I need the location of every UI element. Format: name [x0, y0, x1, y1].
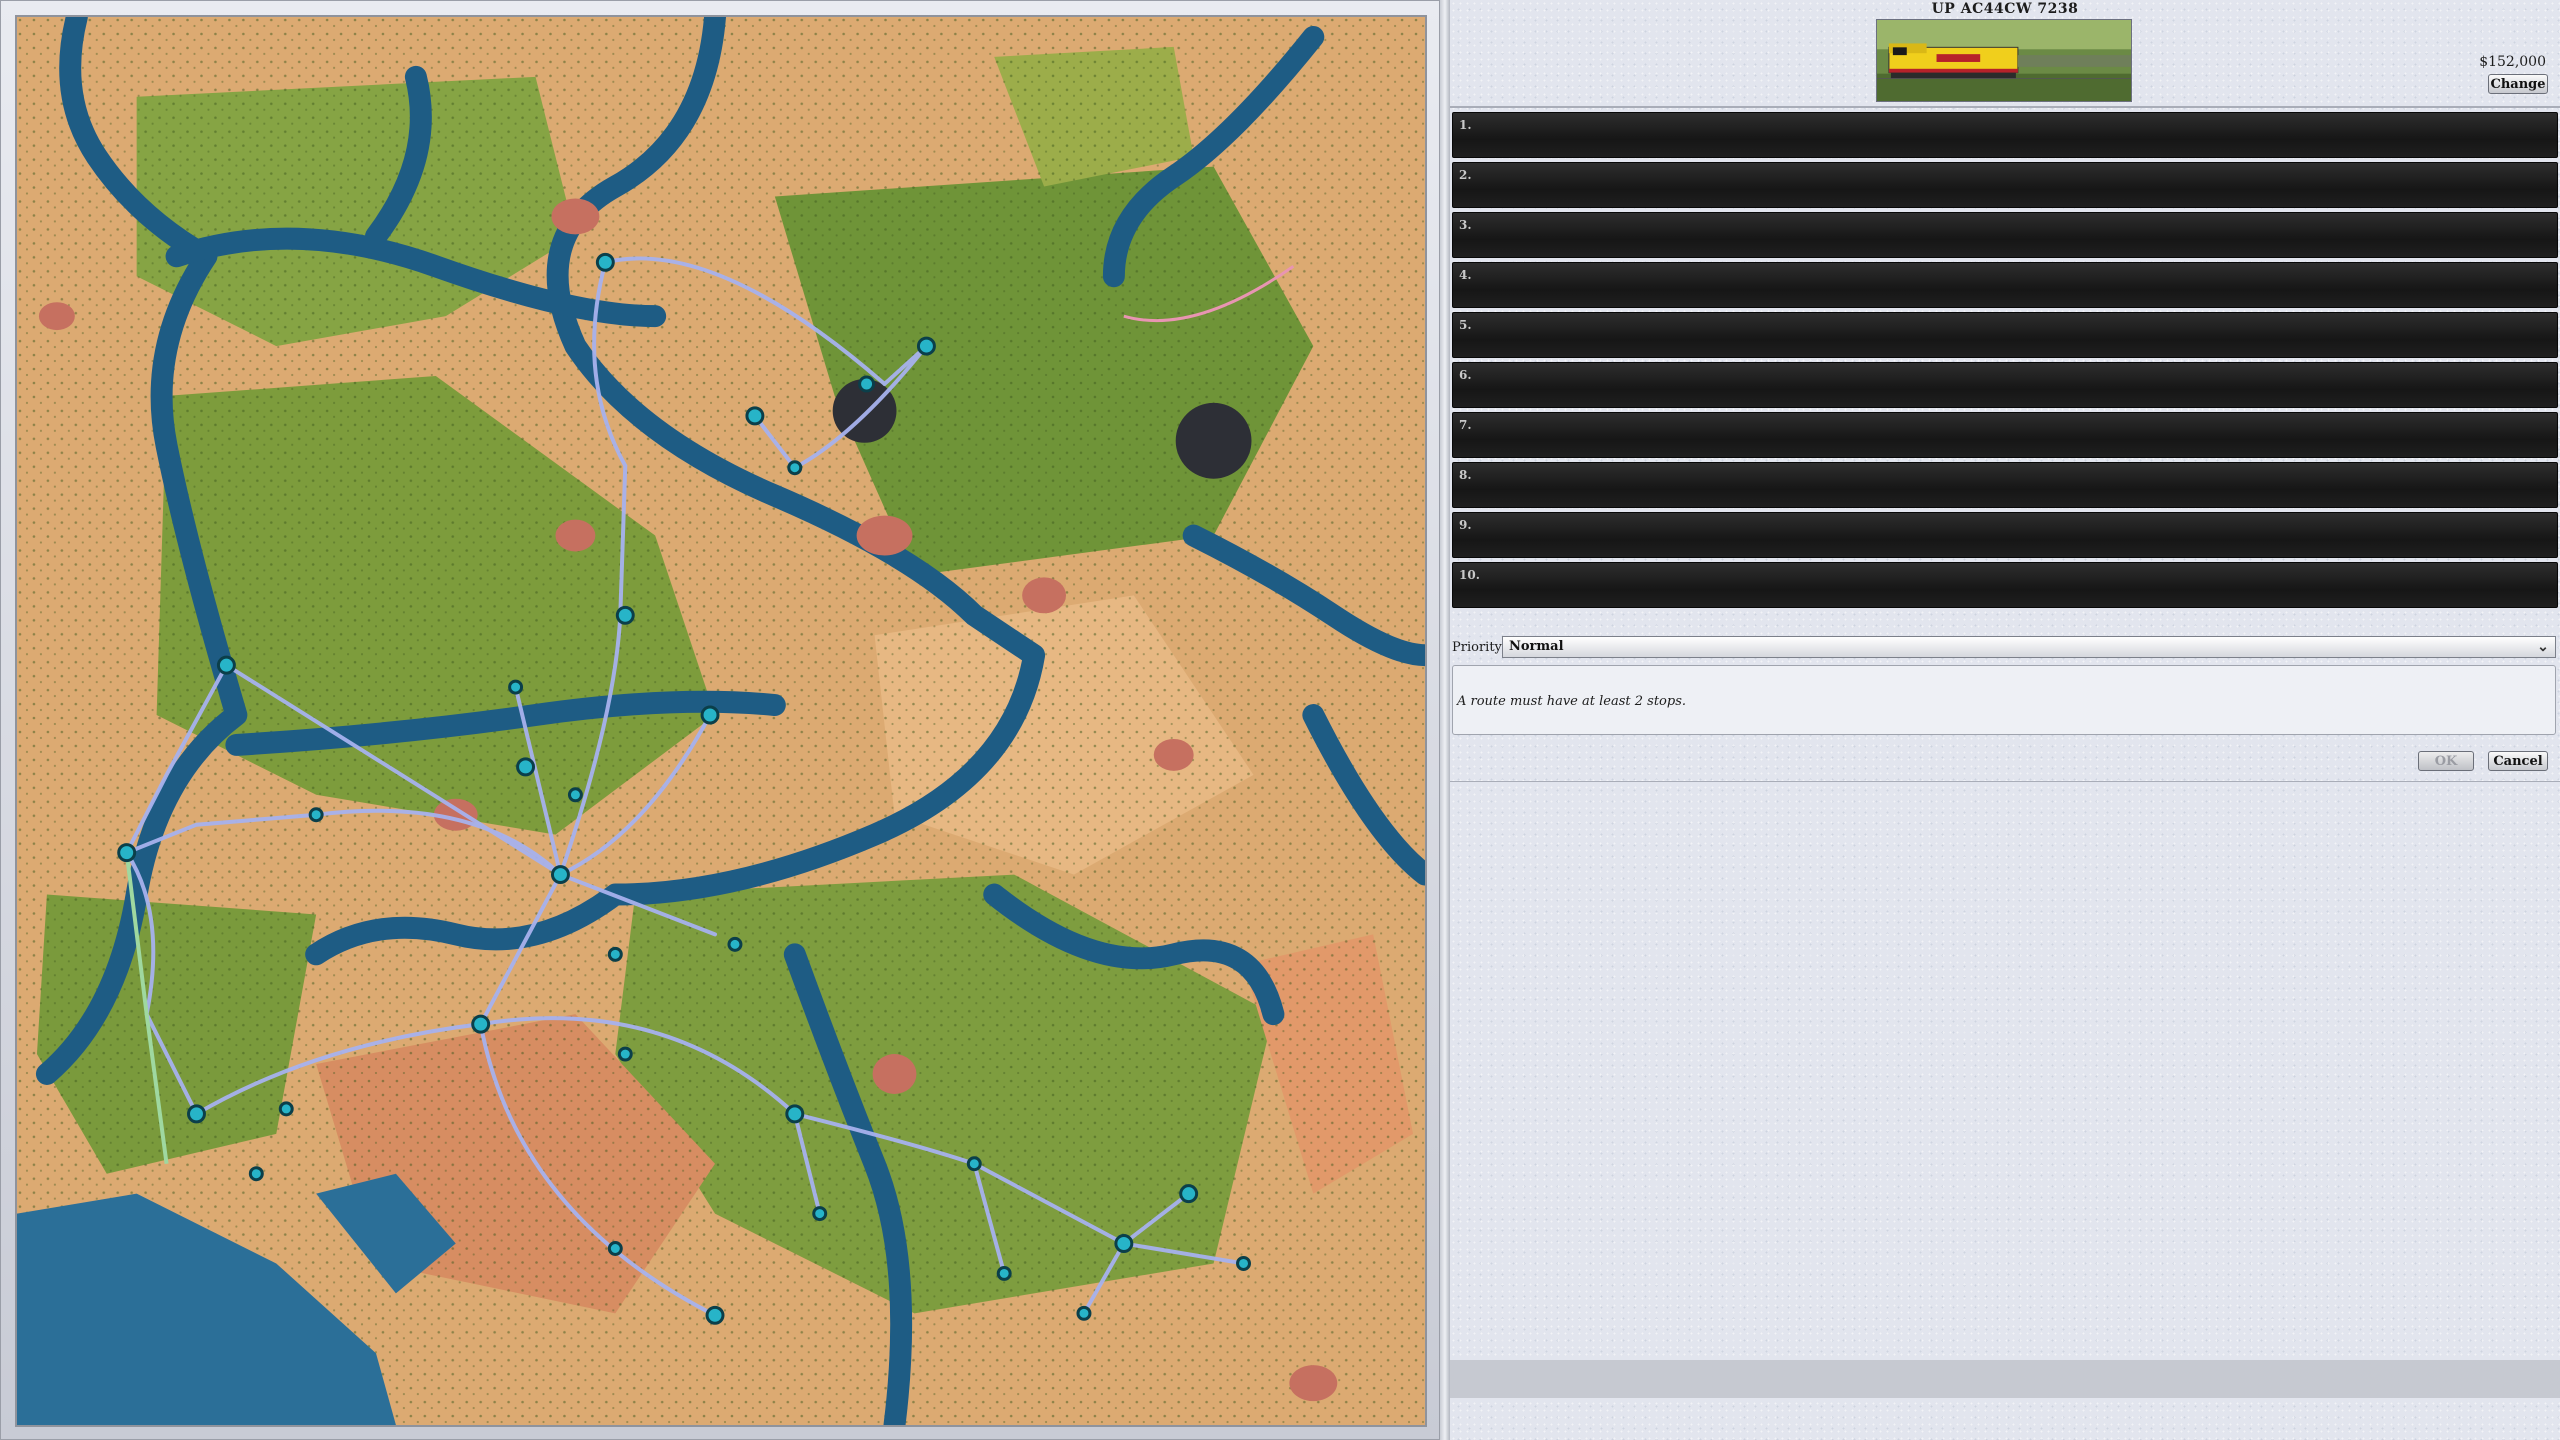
stop-list: 1. 2. 3. 4. 5. 6. 7. 8. 9. 10.	[1452, 112, 2558, 613]
priority-label: Priority:	[1452, 640, 1507, 655]
stop-slot[interactable]: 2.	[1452, 162, 2558, 208]
terrain-map[interactable]	[17, 17, 1425, 1425]
stop-number: 6.	[1459, 368, 1472, 382]
stop-number: 2.	[1459, 168, 1472, 182]
cancel-button[interactable]: Cancel	[2488, 751, 2548, 771]
stop-number: 1.	[1459, 118, 1472, 132]
stop-number: 10.	[1459, 568, 1480, 582]
route-message-box: A route must have at least 2 stops.	[1452, 665, 2556, 735]
stop-slot[interactable]: 3.	[1452, 212, 2558, 258]
stop-slot[interactable]: 8.	[1452, 462, 2558, 508]
priority-value: Normal	[1509, 639, 1564, 654]
stop-slot[interactable]: 7.	[1452, 412, 2558, 458]
stop-number: 4.	[1459, 268, 1472, 282]
pane-divider[interactable]	[1440, 0, 1450, 1440]
route-message: A route must have at least 2 stops.	[1457, 694, 1686, 709]
bottom-bar	[1450, 1360, 2560, 1398]
change-locomotive-button[interactable]: Change	[2488, 74, 2548, 94]
game-root: UP AC44CW 7238 $152,000 Change 1. 2. 3. …	[0, 0, 2560, 1440]
map-frame	[0, 0, 1440, 1440]
stop-slot[interactable]: 6.	[1452, 362, 2558, 408]
ok-button[interactable]: OK	[2418, 751, 2474, 771]
stop-slot[interactable]: 10.	[1452, 562, 2558, 608]
stop-number: 3.	[1459, 218, 1472, 232]
stop-slot[interactable]: 4.	[1452, 262, 2558, 308]
chevron-down-icon[interactable]: ⌄	[2534, 638, 2552, 656]
priority-dropdown[interactable]: Normal ⌄	[1502, 636, 2556, 658]
stop-slot[interactable]: 9.	[1452, 512, 2558, 558]
route-editor-panel: UP AC44CW 7238 $152,000 Change 1. 2. 3. …	[1450, 0, 2560, 1440]
stop-number: 5.	[1459, 318, 1472, 332]
stop-slot[interactable]: 5.	[1452, 312, 2558, 358]
locomotive-image	[1876, 19, 2132, 102]
locomotive-price: $152,000	[2479, 54, 2546, 70]
stop-number: 9.	[1459, 518, 1472, 532]
footer-separator	[1450, 781, 2560, 782]
train-name: UP AC44CW 7238	[1931, 1, 2079, 17]
stop-number: 7.	[1459, 418, 1472, 432]
route-map[interactable]	[15, 15, 1427, 1427]
stop-number: 8.	[1459, 468, 1472, 482]
stop-slot[interactable]: 1.	[1452, 112, 2558, 158]
header-separator	[1450, 106, 2560, 108]
